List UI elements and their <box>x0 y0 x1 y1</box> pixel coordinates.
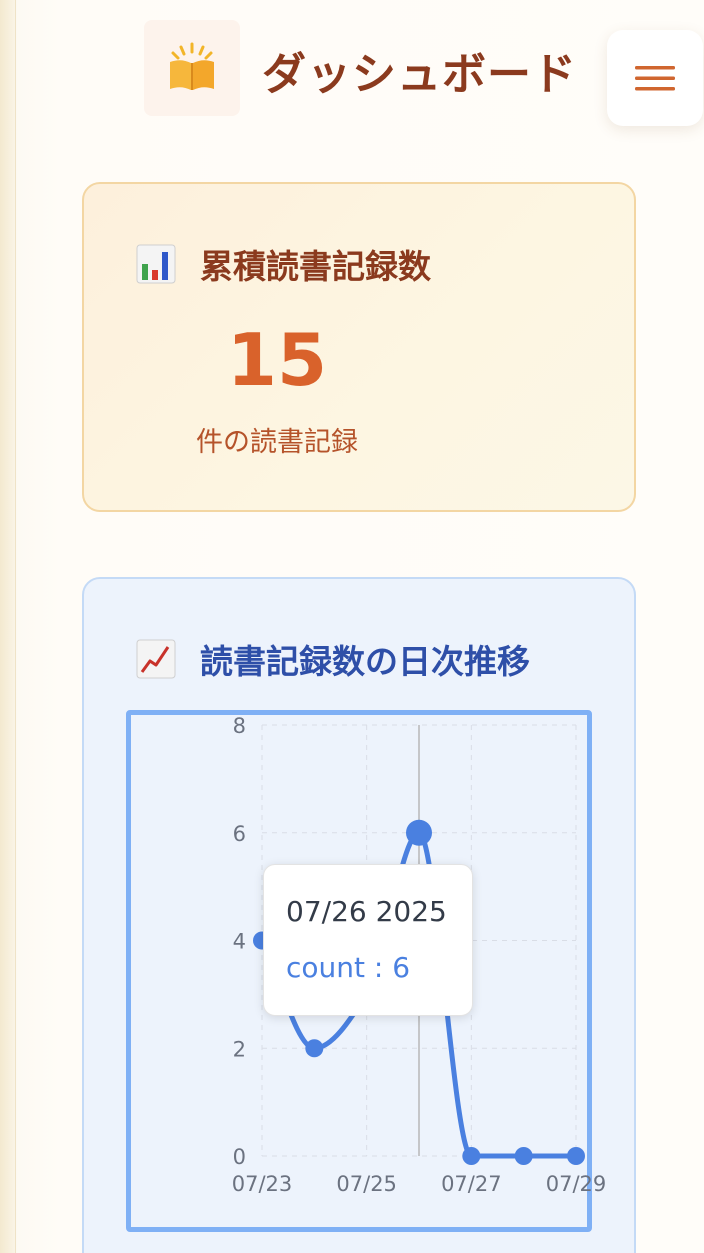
y-tick-label: 6 <box>233 822 246 846</box>
x-tick-label: 07/29 <box>546 1172 607 1196</box>
data-point <box>305 1039 324 1058</box>
x-tick-label: 07/23 <box>232 1172 293 1196</box>
y-tick-label: 8 <box>233 714 246 738</box>
data-point <box>514 1147 533 1165</box>
data-point <box>462 1147 481 1165</box>
tooltip-count: count : 6 <box>286 951 411 984</box>
data-point <box>567 1147 585 1165</box>
x-tick-label: 07/27 <box>441 1172 502 1196</box>
y-tick-label: 2 <box>233 1037 246 1061</box>
chart-tooltip: 07/26 2025 count : 6 <box>263 864 473 1016</box>
x-tick-label: 07/25 <box>336 1172 397 1196</box>
daily-trend-chart[interactable]: 0 2 4 6 8 07/23 07/25 07/27 07/29 <box>0 0 704 1253</box>
tooltip-date: 07/26 2025 <box>286 895 447 928</box>
y-tick-label: 0 <box>233 1145 246 1169</box>
data-point-highlighted <box>406 819 432 846</box>
y-tick-label: 4 <box>233 930 246 954</box>
